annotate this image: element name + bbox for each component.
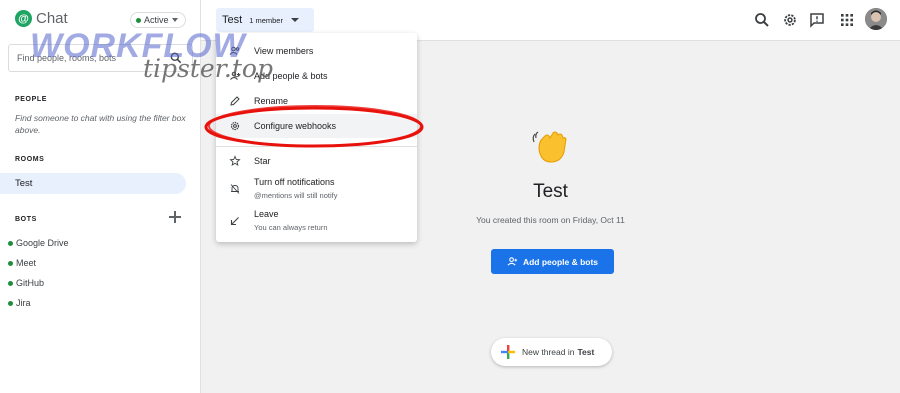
person-add-icon <box>507 257 518 266</box>
menu-item-sublabel: You can always return <box>254 223 328 232</box>
chat-logo-icon: @ <box>15 10 32 27</box>
bot-label: Meet <box>16 258 37 268</box>
star-icon <box>229 155 241 166</box>
status-label: Active <box>144 15 169 25</box>
bot-label: Jira <box>16 298 31 308</box>
app-name: Chat <box>36 10 68 27</box>
new-thread-room: Test <box>577 347 595 357</box>
apps-grid-icon[interactable] <box>838 11 856 29</box>
add-people-and-bots-button[interactable]: Add people & bots <box>491 249 614 274</box>
online-dot-icon <box>8 240 13 246</box>
add-bot-plus-icon[interactable] <box>169 211 181 223</box>
menu-item-label: Leave <box>254 209 279 219</box>
bot-label: Google Drive <box>16 238 69 248</box>
sidebar-bot-github[interactable]: GitHub <box>8 278 44 288</box>
bot-label: GitHub <box>16 278 45 288</box>
sidebar-bot-jira[interactable]: Jira <box>8 298 31 308</box>
room-chip-title: Test <box>222 14 243 26</box>
sidebar-room-test[interactable]: Test <box>0 173 186 194</box>
menu-item-star[interactable]: Star <box>216 150 417 172</box>
search-icon[interactable] <box>753 11 771 29</box>
leave-arrow-icon <box>230 217 239 226</box>
chat-logo[interactable]: @ Chat <box>15 10 68 27</box>
feedback-icon[interactable] <box>808 11 826 29</box>
new-thread-button[interactable]: New thread in Test <box>491 338 612 366</box>
online-dot-icon <box>8 260 13 266</box>
sidebar-bot-meet[interactable]: Meet <box>8 258 36 268</box>
caret-down-icon <box>171 18 178 22</box>
caret-down-icon <box>290 18 299 22</box>
red-annotation-ellipse <box>204 105 424 148</box>
bots-section-label: BOTS <box>15 216 37 223</box>
menu-item-leave[interactable]: Leave You can always return <box>216 205 417 236</box>
colorful-plus-icon <box>501 345 515 359</box>
people-hint: Find someone to chat with using the filt… <box>15 113 186 135</box>
member-count: 1 member <box>249 15 283 25</box>
online-dot-icon <box>8 300 13 306</box>
rooms-section-label: ROOMS <box>15 156 45 163</box>
people-section-label: PEOPLE <box>15 96 47 103</box>
new-thread-prefix: New thread in <box>522 347 575 357</box>
status-selector[interactable]: Active <box>130 12 186 28</box>
sidebar-bot-google-drive[interactable]: Google Drive <box>8 238 69 248</box>
online-dot-icon <box>8 280 13 286</box>
add-button-label: Add people & bots <box>522 256 599 267</box>
bell-off-icon <box>230 184 240 194</box>
gear-icon[interactable] <box>781 11 799 29</box>
avatar[interactable] <box>865 8 887 30</box>
watermark-line2: tipster.top <box>143 54 273 83</box>
menu-item-label: Star <box>254 156 271 166</box>
menu-item-sublabel: @mentions will still notify <box>254 191 338 200</box>
status-dot-icon <box>136 17 141 23</box>
avatar-photo <box>865 8 887 30</box>
waving-hand-icon <box>532 131 567 163</box>
menu-item-turn-off-notifications[interactable]: Turn off notifications @mentions will st… <box>216 173 417 204</box>
menu-item-label: Turn off notifications <box>254 177 335 187</box>
